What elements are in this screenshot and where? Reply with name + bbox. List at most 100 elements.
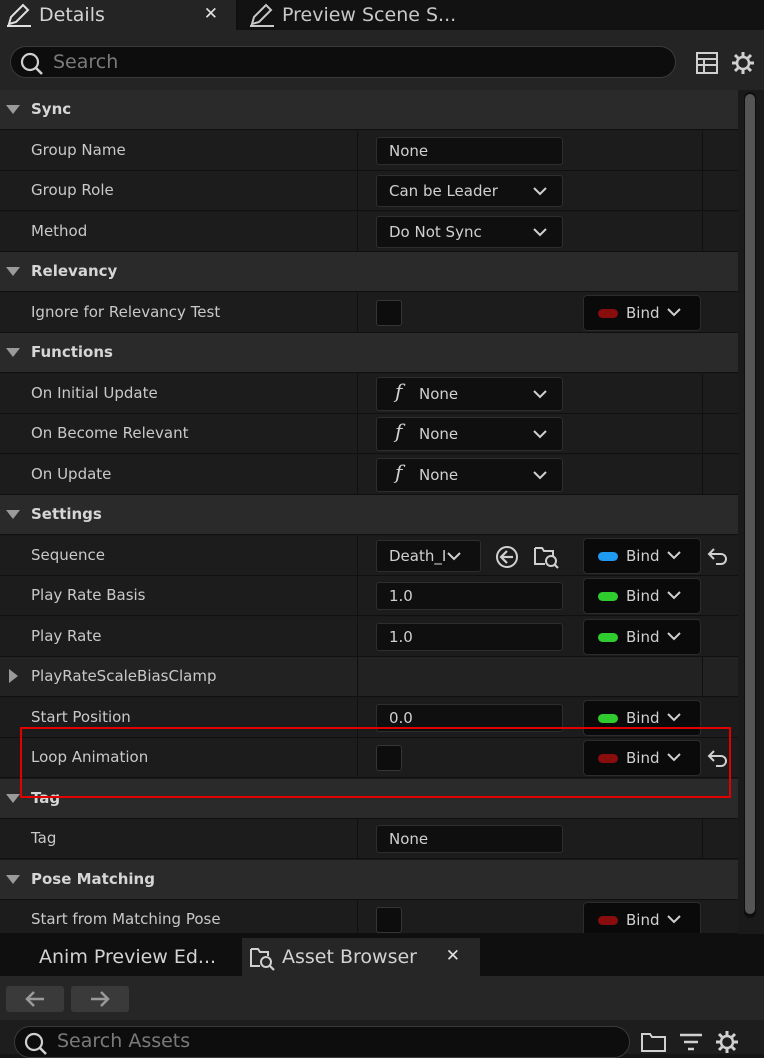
filter-icon[interactable] bbox=[678, 1030, 704, 1054]
tab-asset-browser[interactable]: Asset Browser ✕ bbox=[242, 938, 480, 976]
forward-button[interactable] bbox=[71, 986, 129, 1012]
prop-label: On Initial Update bbox=[31, 384, 158, 402]
prop-label: Method bbox=[31, 222, 88, 240]
category-label: Relevancy bbox=[31, 262, 118, 280]
on-update-dropdown[interactable]: f None bbox=[376, 458, 563, 492]
prop-method: Method Do Not Sync bbox=[0, 212, 738, 252]
scrollbar-thumb[interactable] bbox=[745, 94, 755, 914]
bind-label: Bind bbox=[626, 304, 660, 322]
close-icon[interactable]: ✕ bbox=[446, 946, 460, 966]
expand-arrow-icon[interactable] bbox=[9, 669, 18, 683]
asset-browser-icon bbox=[250, 948, 275, 971]
category-label: Pose Matching bbox=[31, 870, 155, 888]
bind-button[interactable]: Bind bbox=[583, 619, 701, 655]
arrow-left-icon bbox=[25, 991, 44, 1007]
category-label: Settings bbox=[31, 505, 102, 523]
prop-tag: Tag None bbox=[0, 819, 738, 859]
bind-button[interactable]: Bind bbox=[583, 578, 701, 614]
category-settings[interactable]: Settings bbox=[0, 495, 738, 535]
search-icon bbox=[24, 1032, 47, 1055]
prop-sequence: Sequence Death_I Bind bbox=[0, 536, 738, 576]
on-initial-update-dropdown[interactable]: f None bbox=[376, 377, 563, 411]
folder-icon[interactable] bbox=[640, 1030, 668, 1054]
expand-caret-icon[interactable] bbox=[6, 875, 20, 884]
prop-label: Play Rate bbox=[31, 627, 102, 645]
bind-button[interactable]: Bind bbox=[583, 538, 701, 574]
close-icon[interactable]: ✕ bbox=[204, 4, 218, 24]
sequence-value: Death_I bbox=[389, 547, 445, 565]
browse-asset-icon[interactable] bbox=[532, 542, 560, 570]
bind-label: Bind bbox=[626, 628, 660, 646]
tab-anim-preview[interactable]: Anim Preview Ed... bbox=[0, 938, 238, 976]
bind-label: Bind bbox=[626, 547, 660, 565]
chevron-down-icon bbox=[533, 430, 547, 439]
search-icon bbox=[20, 52, 43, 75]
use-selected-asset-icon[interactable] bbox=[494, 544, 520, 570]
reset-to-default-icon[interactable] bbox=[706, 544, 730, 568]
prop-label: Ignore for Relevancy Test bbox=[31, 303, 221, 321]
top-tab-bar: Details ✕ Preview Scene S... bbox=[0, 0, 764, 30]
prop-group-name: Group Name None bbox=[0, 131, 738, 171]
category-relevancy[interactable]: Relevancy bbox=[0, 252, 738, 292]
bind-status-dot bbox=[598, 633, 618, 642]
category-label: Sync bbox=[31, 100, 72, 118]
nav-row bbox=[0, 976, 764, 1020]
chevron-down-icon bbox=[667, 713, 681, 722]
tag-field[interactable]: None bbox=[376, 825, 563, 853]
highlight-box bbox=[20, 727, 731, 798]
group-role-dropdown[interactable]: Can be Leader bbox=[376, 175, 563, 207]
on-update-value: None bbox=[419, 466, 459, 484]
prop-group-role: Group Role Can be Leader bbox=[0, 171, 738, 211]
vertical-scrollbar[interactable] bbox=[744, 92, 756, 918]
start-matching-pose-checkbox[interactable] bbox=[376, 907, 402, 933]
prop-label: Start Position bbox=[31, 708, 131, 726]
chevron-down-icon bbox=[447, 552, 461, 561]
chevron-down-icon bbox=[533, 390, 547, 399]
prop-label: Sequence bbox=[31, 546, 105, 564]
expand-caret-icon[interactable] bbox=[6, 348, 20, 357]
prop-play-rate-clamp[interactable]: PlayRateScaleBiasClamp bbox=[0, 657, 738, 697]
category-label: Functions bbox=[31, 343, 113, 361]
on-become-relevant-dropdown[interactable]: f None bbox=[376, 417, 563, 451]
bind-label: Bind bbox=[626, 587, 660, 605]
search-input[interactable]: Search bbox=[10, 46, 676, 78]
category-functions[interactable]: Functions bbox=[0, 333, 738, 373]
bind-button[interactable]: Bind bbox=[583, 295, 701, 331]
expand-caret-icon[interactable] bbox=[6, 105, 20, 114]
details-panel: Search Sync Group Name None Group Role C… bbox=[0, 30, 764, 934]
play-rate-basis-field[interactable]: 1.0 bbox=[376, 582, 563, 610]
gear-icon[interactable] bbox=[730, 50, 756, 76]
group-name-field[interactable]: None bbox=[376, 137, 563, 165]
prop-on-update: On Update f None bbox=[0, 455, 738, 495]
chevron-down-icon bbox=[667, 915, 681, 924]
back-button[interactable] bbox=[6, 986, 64, 1012]
expand-caret-icon[interactable] bbox=[6, 267, 20, 276]
table-view-icon[interactable] bbox=[694, 50, 720, 76]
play-rate-field[interactable]: 1.0 bbox=[376, 623, 563, 651]
ignore-relevancy-checkbox[interactable] bbox=[376, 300, 402, 326]
tab-preview-scene[interactable]: Preview Scene S... bbox=[238, 0, 764, 30]
expand-caret-icon[interactable] bbox=[6, 794, 20, 803]
chevron-down-icon bbox=[533, 228, 547, 237]
prop-label: Tag bbox=[31, 829, 57, 847]
pencil-icon bbox=[250, 3, 274, 27]
prop-label: PlayRateScaleBiasClamp bbox=[31, 667, 217, 685]
on-initial-update-value: None bbox=[419, 385, 459, 403]
bind-status-dot bbox=[598, 714, 618, 723]
function-icon: f bbox=[395, 460, 403, 484]
asset-search-input[interactable]: Search Assets bbox=[14, 1026, 630, 1058]
category-pose-matching[interactable]: Pose Matching bbox=[0, 860, 738, 900]
method-value: Do Not Sync bbox=[389, 223, 482, 241]
tab-anim-preview-label: Anim Preview Ed... bbox=[39, 946, 217, 968]
play-rate-value: 1.0 bbox=[389, 628, 413, 646]
method-dropdown[interactable]: Do Not Sync bbox=[376, 216, 563, 248]
prop-play-rate: Play Rate 1.0 Bind bbox=[0, 617, 738, 657]
gear-icon[interactable] bbox=[714, 1029, 740, 1055]
chevron-down-icon bbox=[667, 551, 681, 560]
bind-button[interactable]: Bind bbox=[583, 902, 701, 933]
sequence-dropdown[interactable]: Death_I bbox=[376, 540, 481, 572]
category-sync[interactable]: Sync bbox=[0, 90, 738, 130]
expand-caret-icon[interactable] bbox=[6, 510, 20, 519]
chevron-down-icon bbox=[667, 591, 681, 600]
tab-details[interactable]: Details ✕ bbox=[0, 0, 236, 30]
